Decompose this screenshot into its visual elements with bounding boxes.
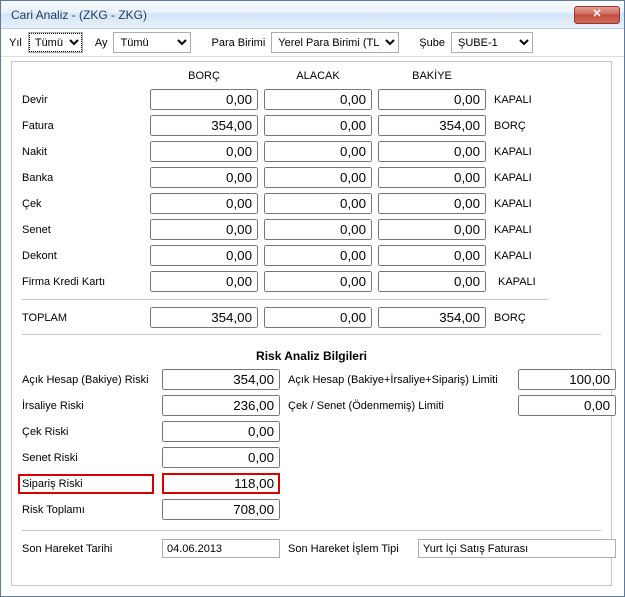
row-banka-status: KAPALI xyxy=(492,172,548,184)
row-toplam-bakiye[interactable] xyxy=(378,307,486,328)
row-nakit-bakiye[interactable] xyxy=(378,141,486,162)
row-toplam-alacak[interactable] xyxy=(264,307,372,328)
row-dekont-bakiye[interactable] xyxy=(378,245,486,266)
limit1-value[interactable] xyxy=(518,369,616,390)
risk-toplam-value[interactable] xyxy=(162,499,280,520)
yil-label: Yıl xyxy=(9,37,22,49)
row-senet-borc[interactable] xyxy=(150,219,258,240)
ay-select[interactable]: Tümü xyxy=(113,32,191,53)
titlebar: Cari Analiz - (ZKG - ZKG) ✕ xyxy=(1,1,624,29)
son-hareket-tip-label: Son Hareket İşlem Tipi xyxy=(288,543,410,555)
acik-hesap-label: Açık Hesap (Bakiye) Riski xyxy=(22,374,154,386)
row-firmakk-status: KAPALI xyxy=(492,276,548,288)
row-banka-bakiye[interactable] xyxy=(378,167,486,188)
limit2-label: Çek / Senet (Ödenmemiş) Limiti xyxy=(288,400,510,412)
son-hareket-tarihi-value[interactable] xyxy=(162,539,280,558)
row-dekont-borc[interactable] xyxy=(150,245,258,266)
row-fatura-alacak[interactable] xyxy=(264,115,372,136)
close-button[interactable]: ✕ xyxy=(574,6,620,24)
para-birimi-select[interactable]: Yerel Para Birimi (TL) xyxy=(271,32,399,53)
row-nakit-borc[interactable] xyxy=(150,141,258,162)
row-nakit-label: Nakit xyxy=(22,146,144,158)
cek-riski-value[interactable] xyxy=(162,421,280,442)
row-firmakk-alacak[interactable] xyxy=(264,271,372,292)
row-toplam-status: BORÇ xyxy=(492,312,548,324)
row-firmakk-borc[interactable] xyxy=(150,271,258,292)
row-cek-status: KAPALI xyxy=(492,198,548,210)
row-banka-label: Banka xyxy=(22,172,144,184)
window-title: Cari Analiz - (ZKG - ZKG) xyxy=(11,8,574,22)
limit2-value[interactable] xyxy=(518,395,616,416)
header-alacak: ALACAK xyxy=(264,70,372,84)
limit1-label: Açık Hesap (Bakiye+İrsaliye+Sipariş) Lim… xyxy=(288,374,510,386)
row-nakit-status: KAPALI xyxy=(492,146,548,158)
filter-bar: Yıl Tümü Ay Tümü Para Birimi Yerel Para … xyxy=(1,29,624,57)
row-cek-label: Çek xyxy=(22,198,144,210)
row-fatura-status: BORÇ xyxy=(492,120,548,132)
row-nakit-alacak[interactable] xyxy=(264,141,372,162)
close-icon: ✕ xyxy=(592,8,601,20)
row-senet-bakiye[interactable] xyxy=(378,219,486,240)
son-hareket-tarihi-label: Son Hareket Tarihi xyxy=(22,543,154,555)
cari-analiz-window: Cari Analiz - (ZKG - ZKG) ✕ Yıl Tümü Ay … xyxy=(0,0,625,597)
acik-hesap-value[interactable] xyxy=(162,369,280,390)
row-dekont-label: Dekont xyxy=(22,250,144,262)
summary-grid: BORÇ ALACAK BAKİYE Devir KAPALI Fatura B… xyxy=(22,70,601,328)
row-cek-borc[interactable] xyxy=(150,193,258,214)
senet-riski-label: Senet Riski xyxy=(22,452,154,464)
risk-toplam-label: Risk Toplamı xyxy=(22,504,154,516)
row-banka-alacak[interactable] xyxy=(264,167,372,188)
row-toplam-borc[interactable] xyxy=(150,307,258,328)
row-firmakk-label: Firma Kredi Kartı xyxy=(22,276,144,288)
siparis-riski-value[interactable] xyxy=(162,473,280,494)
risk-grid: Açık Hesap (Bakiye) Riski Açık Hesap (Ba… xyxy=(22,369,601,520)
row-firmakk-bakiye[interactable] xyxy=(378,271,486,292)
row-senet-label: Senet xyxy=(22,224,144,236)
risk-section: Risk Analiz Bilgileri Açık Hesap (Bakiye… xyxy=(22,334,601,558)
ay-label: Ay xyxy=(95,37,108,49)
risk-title: Risk Analiz Bilgileri xyxy=(22,343,601,363)
row-dekont-status: KAPALI xyxy=(492,250,548,262)
irsaliye-value[interactable] xyxy=(162,395,280,416)
row-devir-label: Devir xyxy=(22,94,144,106)
header-borc: BORÇ xyxy=(150,70,258,84)
row-fatura-borc[interactable] xyxy=(150,115,258,136)
row-dekont-alacak[interactable] xyxy=(264,245,372,266)
bottom-bar: Son Hareket Tarihi Son Hareket İşlem Tip… xyxy=(22,530,601,558)
senet-riski-value[interactable] xyxy=(162,447,280,468)
siparis-riski-label: Sipariş Riski xyxy=(18,474,154,494)
yil-select[interactable]: Tümü xyxy=(28,32,83,53)
header-bakiye: BAKİYE xyxy=(378,70,486,84)
son-hareket-tip-value[interactable] xyxy=(418,539,616,558)
row-cek-bakiye[interactable] xyxy=(378,193,486,214)
sube-select[interactable]: ŞUBE-1 xyxy=(451,32,533,53)
sube-label: Şube xyxy=(419,37,445,49)
row-cek-alacak[interactable] xyxy=(264,193,372,214)
row-devir-bakiye[interactable] xyxy=(378,89,486,110)
para-label: Para Birimi xyxy=(211,37,265,49)
row-fatura-bakiye[interactable] xyxy=(378,115,486,136)
row-devir-alacak[interactable] xyxy=(264,89,372,110)
row-devir-status: KAPALI xyxy=(492,94,548,106)
row-devir-borc[interactable] xyxy=(150,89,258,110)
irsaliye-label: İrsaliye Riski xyxy=(22,400,154,412)
grid-divider xyxy=(22,299,548,300)
main-panel: BORÇ ALACAK BAKİYE Devir KAPALI Fatura B… xyxy=(11,61,612,586)
row-toplam-label: TOPLAM xyxy=(22,312,144,324)
cek-riski-label: Çek Riski xyxy=(22,426,154,438)
row-senet-alacak[interactable] xyxy=(264,219,372,240)
row-banka-borc[interactable] xyxy=(150,167,258,188)
row-senet-status: KAPALI xyxy=(492,224,548,236)
row-fatura-label: Fatura xyxy=(22,120,144,132)
